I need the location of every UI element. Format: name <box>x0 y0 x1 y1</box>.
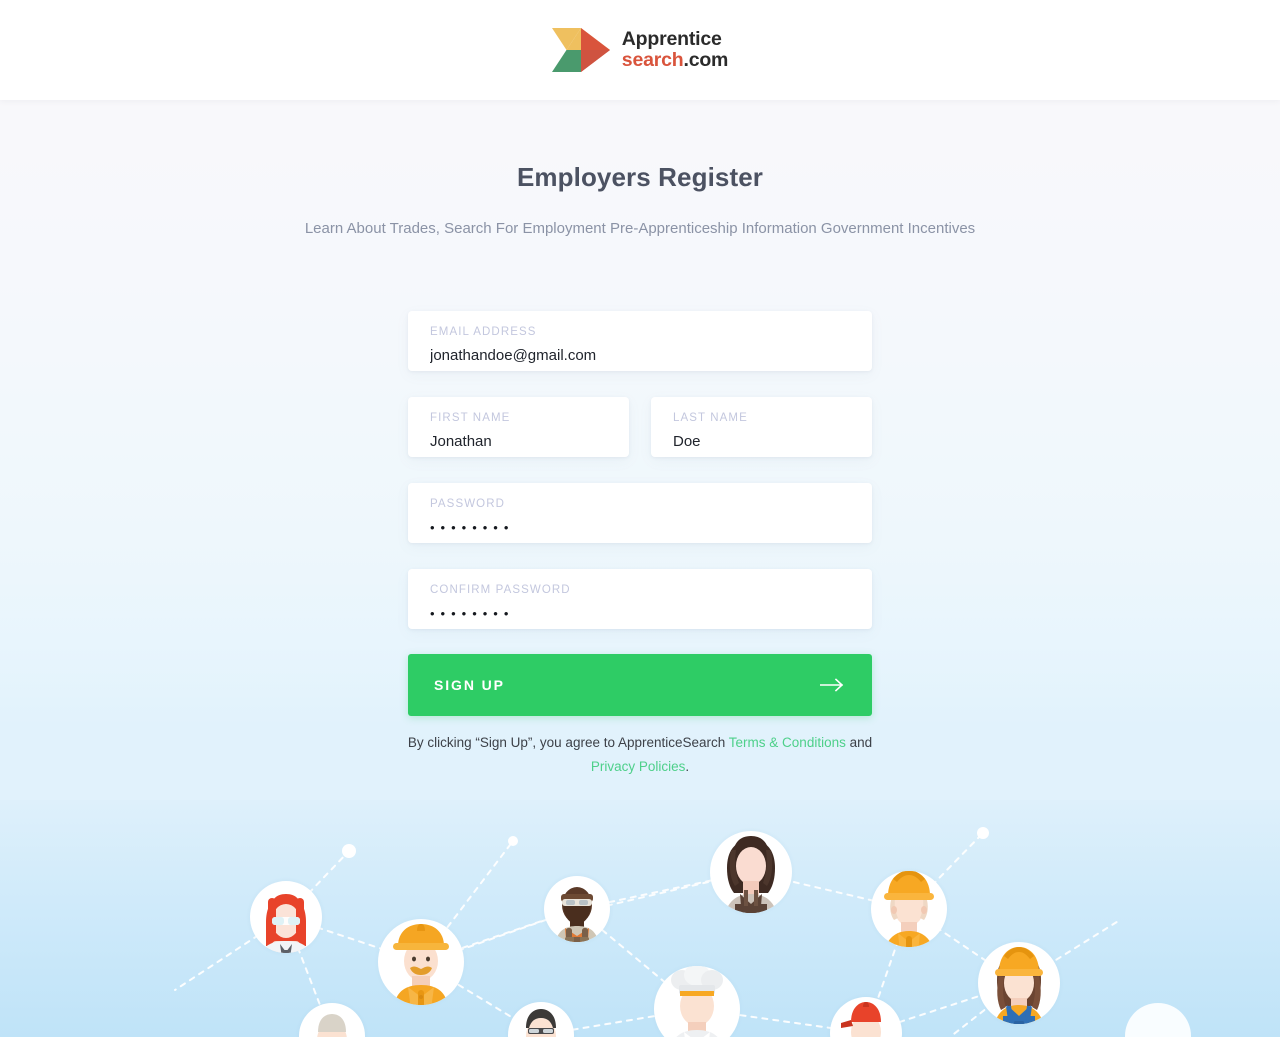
page-title: Employers Register <box>516 162 763 192</box>
last-name-input[interactable] <box>673 432 850 451</box>
email-input[interactable] <box>430 346 850 365</box>
confirm-password-field[interactable]: CONFIRM PASSWORD <box>408 569 872 629</box>
apprentice-network-illustration <box>0 800 1280 1037</box>
first-name-input[interactable] <box>430 432 607 451</box>
last-name-field[interactable]: LAST NAME <box>651 397 872 457</box>
sign-up-button[interactable]: SIGN UP <box>408 654 872 716</box>
terms-prefix-text: By clicking “Sign Up”, you agree to Appr… <box>407 735 729 750</box>
terms-middle-text: and <box>845 735 873 750</box>
site-header: Apprentice search.com <box>0 0 1280 100</box>
brand-line-apprentice: Apprentice <box>621 27 722 50</box>
hero-section: Employers Register Learn About Trades, S… <box>0 100 1280 241</box>
sign-up-button-label: SIGN UP <box>434 677 505 693</box>
terms-disclaimer: By clicking “Sign Up”, you agree to Appr… <box>0 731 1280 779</box>
register-form: EMAIL ADDRESS FIRST NAME LAST NAME PASSW… <box>408 311 872 716</box>
confirm-password-field-label: CONFIRM PASSWORD <box>430 584 571 596</box>
last-name-field-label: LAST NAME <box>673 412 748 424</box>
brand-line-search-com: search.com <box>621 49 729 71</box>
first-name-field[interactable]: FIRST NAME <box>408 397 629 457</box>
password-field[interactable]: PASSWORD <box>408 483 872 543</box>
brand-com-text: .com <box>683 49 729 71</box>
page-subtitle-text: Learn About Trades, Search For Employmen… <box>304 220 976 237</box>
confirm-password-input[interactable] <box>430 604 850 623</box>
password-input[interactable] <box>430 518 850 537</box>
brand-search-text: search <box>621 49 684 71</box>
network-graphic <box>0 800 1280 1037</box>
register-page: Apprentice search.com Employers Register… <box>0 0 1280 1037</box>
brand-wordmark: Apprentice search.com <box>621 27 729 71</box>
email-field[interactable]: EMAIL ADDRESS <box>408 311 872 371</box>
terms-and-conditions-link[interactable]: Terms & Conditions <box>729 735 846 750</box>
name-fields-row: FIRST NAME LAST NAME <box>408 397 872 457</box>
password-field-label: PASSWORD <box>430 498 506 510</box>
privacy-policies-link[interactable]: Privacy Policies <box>591 759 686 774</box>
page-subtitle: Learn About Trades, Search For Employmen… <box>0 217 1280 241</box>
terms-suffix-text: . <box>685 759 690 774</box>
email-field-label: EMAIL ADDRESS <box>430 326 537 338</box>
first-name-field-label: FIRST NAME <box>430 412 511 424</box>
arrow-right-icon <box>820 678 844 692</box>
brand-logo[interactable]: Apprentice search.com <box>551 27 729 72</box>
apprenticesearch-chevron-logo-icon <box>551 28 610 72</box>
